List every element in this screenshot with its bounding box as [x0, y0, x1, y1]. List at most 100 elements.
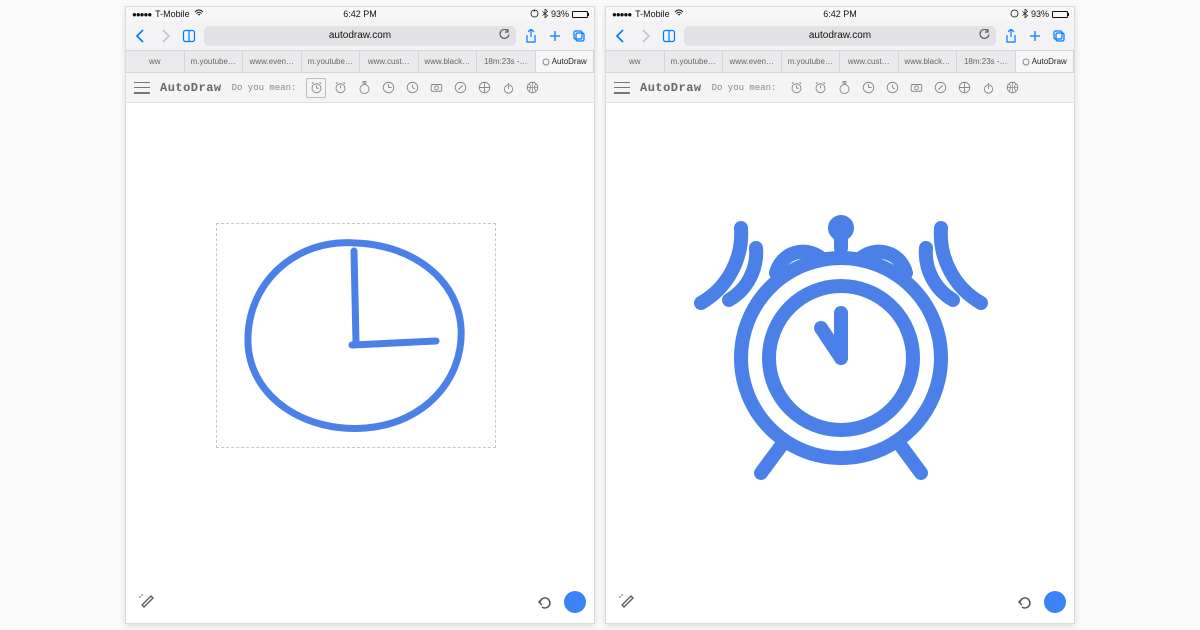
suggestion-row	[306, 78, 542, 98]
tab-item[interactable]: www.cust…	[840, 51, 899, 72]
suggestion-stopwatch-icon[interactable]	[834, 78, 854, 98]
bookmarks-button[interactable]	[660, 27, 678, 45]
tab-item[interactable]: www.even…	[723, 51, 782, 72]
wifi-icon	[194, 9, 204, 19]
menu-button[interactable]	[134, 82, 150, 94]
suggestion-compass-icon[interactable]	[930, 78, 950, 98]
drawing-canvas[interactable]	[126, 103, 594, 623]
reload-icon[interactable]	[499, 29, 510, 43]
bluetooth-icon	[1022, 9, 1028, 20]
battery-icon	[572, 11, 588, 18]
safari-nav-bar: autodraw.com	[126, 21, 594, 51]
suggestion-camera-icon[interactable]	[906, 78, 926, 98]
drawing-canvas[interactable]	[606, 103, 1074, 623]
autodraw-toolbar: AutoDraw Do you mean:	[126, 73, 594, 103]
clock-time: 6:42 PM	[343, 9, 377, 19]
autodraw-favicon-icon	[1022, 58, 1030, 66]
reload-icon[interactable]	[979, 29, 990, 43]
suggestion-timer-icon[interactable]	[978, 78, 998, 98]
safari-nav-bar: autodraw.com	[606, 21, 1074, 51]
undo-button[interactable]	[1014, 591, 1036, 613]
suggestion-compass-icon[interactable]	[450, 78, 470, 98]
tab-item[interactable]: m.youtube…	[665, 51, 724, 72]
tab-item[interactable]: 18m:23s -…	[957, 51, 1016, 72]
autodraw-tool-button[interactable]	[134, 589, 160, 615]
bookmarks-button[interactable]	[180, 27, 198, 45]
autodraw-favicon-icon	[542, 58, 550, 66]
tab-item[interactable]: www.even…	[243, 51, 302, 72]
signal-dots-icon: ●●●●●	[612, 10, 631, 19]
clock-time: 6:42 PM	[823, 9, 857, 19]
alarm-clock-result-icon	[681, 168, 1001, 498]
url-text: autodraw.com	[809, 30, 871, 41]
safari-tab-strip: ww m.youtube… www.even… m.youtube… www.c…	[606, 51, 1074, 73]
menu-button[interactable]	[614, 82, 630, 94]
suggestion-wall-clock-icon[interactable]	[882, 78, 902, 98]
suggestion-stopwatch-icon[interactable]	[354, 78, 374, 98]
app-title: AutoDraw	[160, 81, 222, 95]
suggestion-prompt: Do you mean:	[232, 83, 297, 93]
battery-pct: 93%	[1031, 9, 1049, 19]
bluetooth-icon	[542, 9, 548, 20]
color-picker-button[interactable]	[1044, 591, 1066, 613]
suggestion-row	[786, 78, 1022, 98]
color-picker-button[interactable]	[564, 591, 586, 613]
tabs-button[interactable]	[570, 27, 588, 45]
safari-tab-strip: ww m.youtube… www.even… m.youtube… www.c…	[126, 51, 594, 73]
back-button[interactable]	[612, 27, 630, 45]
battery-pct: 93%	[551, 9, 569, 19]
suggestion-prompt: Do you mean:	[712, 83, 777, 93]
url-field[interactable]: autodraw.com	[684, 26, 996, 46]
back-button[interactable]	[132, 27, 150, 45]
tab-item[interactable]: www.black…	[419, 51, 478, 72]
suggestion-target-icon[interactable]	[954, 78, 974, 98]
suggestion-alarm-clock-alt-icon[interactable]	[330, 78, 350, 98]
tab-item[interactable]: m.youtube…	[782, 51, 841, 72]
tab-item-active[interactable]: AutoDraw	[536, 51, 595, 72]
tab-item[interactable]: www.black…	[899, 51, 958, 72]
suggestion-clock-icon[interactable]	[858, 78, 878, 98]
forward-button[interactable]	[156, 27, 174, 45]
tab-item[interactable]: m.youtube…	[185, 51, 244, 72]
suggestion-alarm-clock-icon[interactable]	[786, 78, 806, 98]
signal-dots-icon: ●●●●●	[132, 10, 151, 19]
tab-item[interactable]: m.youtube…	[302, 51, 361, 72]
tab-item[interactable]: ww	[606, 51, 665, 72]
rotation-lock-icon	[530, 9, 539, 20]
tab-item[interactable]: 18m:23s -…	[477, 51, 536, 72]
rotation-lock-icon	[1010, 9, 1019, 20]
app-title: AutoDraw	[640, 81, 702, 95]
tab-item[interactable]: ww	[126, 51, 185, 72]
suggestion-clock-icon[interactable]	[378, 78, 398, 98]
suggestion-timer-icon[interactable]	[498, 78, 518, 98]
new-tab-button[interactable]	[1026, 27, 1044, 45]
suggestion-basketball-icon[interactable]	[522, 78, 542, 98]
url-field[interactable]: autodraw.com	[204, 26, 516, 46]
forward-button[interactable]	[636, 27, 654, 45]
autodraw-toolbar: AutoDraw Do you mean:	[606, 73, 1074, 103]
share-button[interactable]	[522, 27, 540, 45]
tab-item-active[interactable]: AutoDraw	[1016, 51, 1075, 72]
suggestion-target-icon[interactable]	[474, 78, 494, 98]
tab-item[interactable]: www.cust…	[360, 51, 419, 72]
ios-status-bar: ●●●●● T-Mobile 6:42 PM 93%	[606, 7, 1074, 21]
suggestion-basketball-icon[interactable]	[1002, 78, 1022, 98]
suggestion-alarm-clock-icon[interactable]	[306, 78, 326, 98]
suggestion-wall-clock-icon[interactable]	[402, 78, 422, 98]
device-left-before: ●●●●● T-Mobile 6:42 PM 93%	[125, 6, 595, 624]
tabs-button[interactable]	[1050, 27, 1068, 45]
suggestion-alarm-clock-alt-icon[interactable]	[810, 78, 830, 98]
autodraw-tool-button[interactable]	[614, 589, 640, 615]
ios-status-bar: ●●●●● T-Mobile 6:42 PM 93%	[126, 7, 594, 21]
suggestion-camera-icon[interactable]	[426, 78, 446, 98]
user-sketch-clock	[236, 233, 476, 443]
device-right-after: ●●●●● T-Mobile 6:42 PM 93% autodraw.com	[605, 6, 1075, 624]
wifi-icon	[674, 9, 684, 19]
url-text: autodraw.com	[329, 30, 391, 41]
undo-button[interactable]	[534, 591, 556, 613]
new-tab-button[interactable]	[546, 27, 564, 45]
share-button[interactable]	[1002, 27, 1020, 45]
carrier-label: T-Mobile	[155, 9, 190, 19]
battery-icon	[1052, 11, 1068, 18]
carrier-label: T-Mobile	[635, 9, 670, 19]
